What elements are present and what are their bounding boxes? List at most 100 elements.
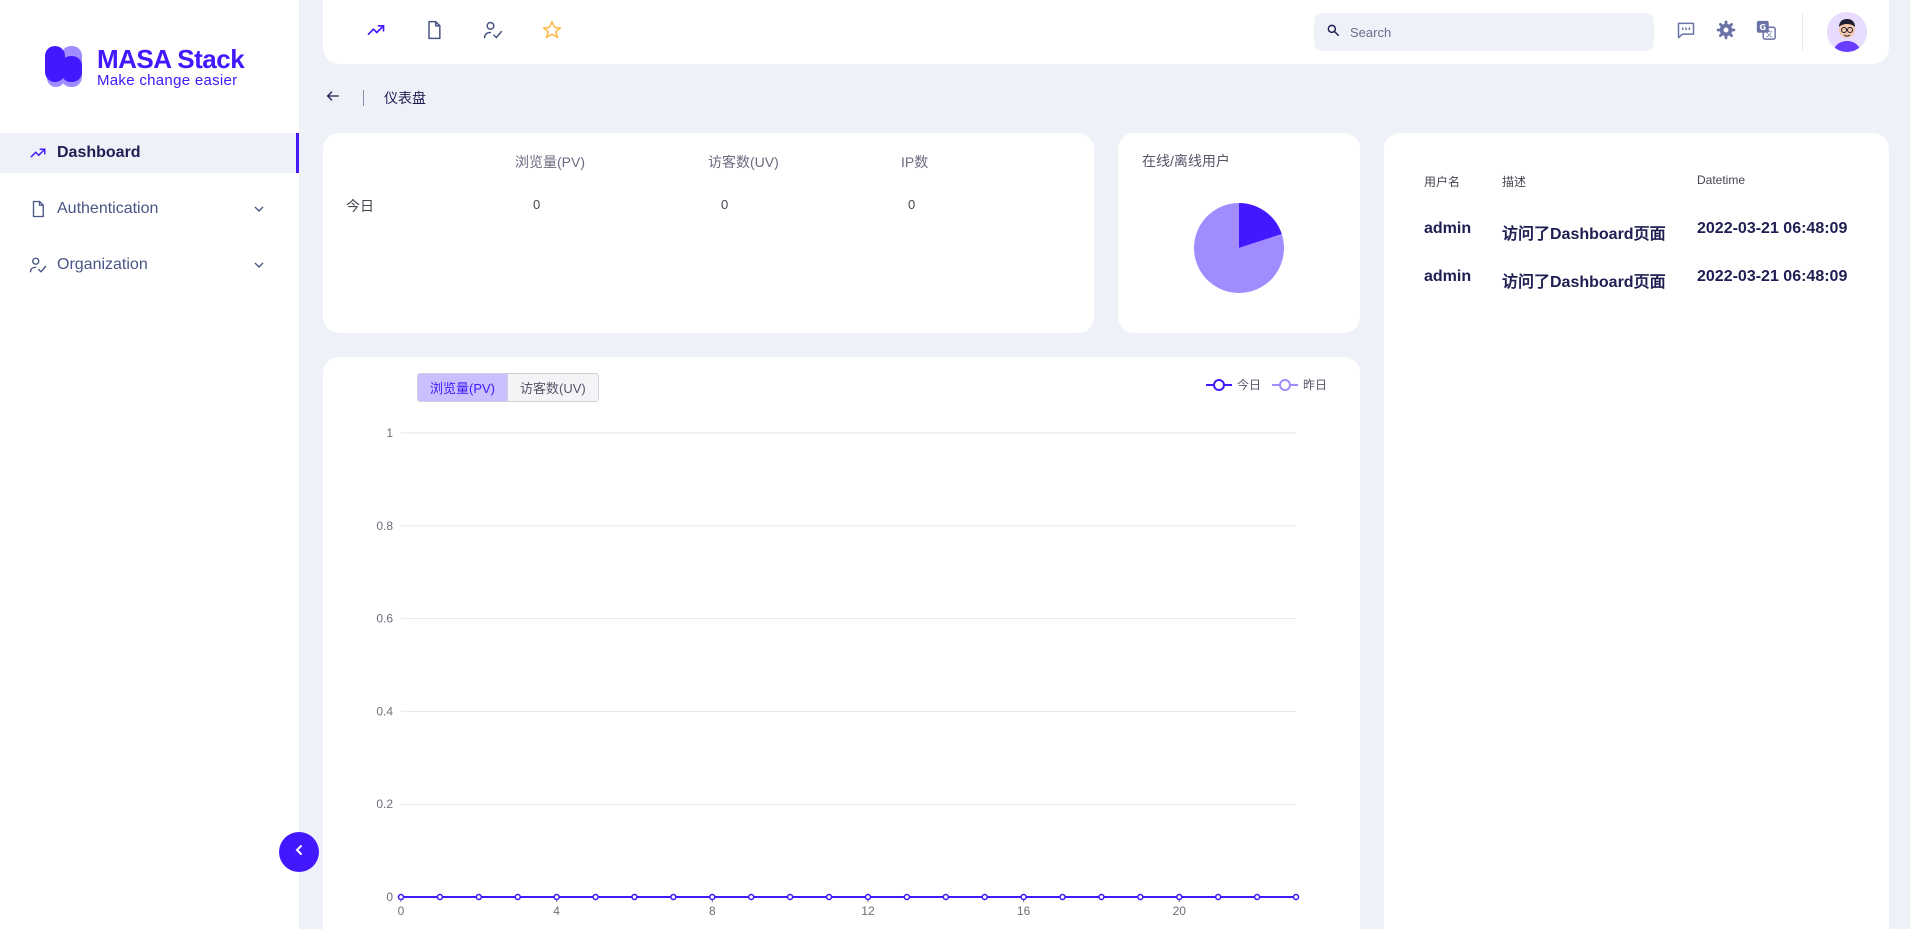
search-input[interactable] (1350, 24, 1630, 40)
data-point[interactable] (747, 893, 755, 901)
brand-logo[interactable]: MASA Stack Make change easier (45, 46, 245, 89)
shortcut-document[interactable] (422, 20, 446, 44)
data-point[interactable] (514, 893, 521, 901)
chevron-left-icon (291, 842, 307, 863)
translate-icon: G文 (1755, 19, 1777, 46)
sidebar-item-authentication[interactable]: Authentication (0, 189, 299, 229)
data-point[interactable] (942, 893, 950, 901)
data-point[interactable] (825, 893, 833, 901)
data-point[interactable] (436, 893, 444, 901)
brand-subtitle: Make change easier (97, 72, 238, 89)
data-point[interactable] (1176, 893, 1183, 901)
gear-icon (1716, 20, 1736, 45)
masa-logo-icon (45, 46, 87, 88)
user-check-icon (483, 20, 503, 45)
file-icon (28, 199, 48, 219)
data-point[interactable] (1059, 893, 1066, 901)
data-point[interactable] (709, 893, 716, 901)
traffic-chart-card: 0 0.2 0.4 0.6 0.8 1 0 4 8 12 16 20 浏览量(PV) 访客数(UV) … (323, 357, 1360, 929)
data-point[interactable] (631, 893, 638, 901)
data-point[interactable] (1214, 893, 1222, 901)
star-icon (542, 20, 562, 45)
log-header-username: 用户名 (1424, 175, 1461, 189)
shortcut-dashboard[interactable] (364, 20, 388, 44)
stats-row-label: 今日 (346, 198, 374, 214)
legend-item-yesterday[interactable]: 昨日 (1272, 376, 1327, 393)
x-tick-label: 20 (1173, 904, 1187, 918)
data-point[interactable] (786, 893, 794, 901)
top-app-bar: G文 (323, 0, 1889, 64)
sidebar-item-label: Authentication (57, 200, 159, 217)
stats-value-ip: 0 (908, 197, 916, 212)
x-tick-label: 8 (709, 904, 716, 918)
message-icon (1676, 20, 1696, 45)
y-tick-label: 0.4 (376, 704, 393, 718)
breadcrumb: 仪表盘 (325, 88, 426, 108)
online-users-card: 在线/离线用户 (1118, 133, 1360, 333)
sidebar-nav: Dashboard Authentication Organization (0, 133, 299, 301)
log-cell-description: 访问了Dashboard页面 (1502, 274, 1666, 291)
data-point[interactable] (903, 893, 911, 901)
data-point[interactable] (1098, 893, 1105, 901)
search-box[interactable] (1314, 13, 1654, 51)
data-point[interactable] (670, 893, 677, 901)
log-header-datetime: Datetime (1697, 173, 1746, 187)
avatar[interactable] (1827, 12, 1867, 52)
online-users-pie (1194, 203, 1284, 293)
y-tick-label: 1 (386, 426, 393, 440)
tab-uv[interactable]: 访客数(UV) (508, 374, 598, 401)
sidebar-item-dashboard[interactable]: Dashboard (0, 133, 299, 173)
data-point[interactable] (592, 893, 599, 901)
x-tick-label: 16 (1017, 904, 1031, 918)
language-button[interactable]: G文 (1754, 20, 1778, 44)
data-point[interactable] (553, 893, 560, 901)
data-point[interactable] (397, 893, 405, 901)
y-tick-label: 0.2 (376, 797, 393, 811)
data-point[interactable] (475, 893, 483, 901)
svg-text:文: 文 (1766, 29, 1774, 38)
log-cell-datetime: 2022-03-21 06:48:09 (1697, 220, 1848, 237)
sidebar-collapse-button[interactable] (279, 832, 319, 872)
chart-metric-tabs: 浏览量(PV) 访客数(UV) (417, 373, 599, 402)
data-point[interactable] (1020, 893, 1027, 901)
arrow-left-icon (325, 88, 341, 109)
traffic-stats-card: 浏览量(PV) 访客数(UV) IP数 今日 0 0 0 (323, 133, 1094, 333)
data-point[interactable] (1253, 893, 1261, 901)
x-tick-label: 4 (553, 904, 560, 918)
y-tick-label: 0.8 (376, 519, 393, 533)
shortcut-favorites[interactable] (540, 20, 564, 44)
stats-header-uv: 访客数(UV) (708, 154, 779, 170)
back-button[interactable] (325, 88, 341, 109)
sidebar-item-organization[interactable]: Organization (0, 245, 299, 285)
search-icon (1326, 23, 1340, 42)
sidebar-item-label: Dashboard (57, 144, 141, 161)
data-point[interactable] (1292, 893, 1300, 901)
divider (1802, 14, 1803, 50)
chevron-down-icon (251, 257, 267, 273)
messages-button[interactable] (1674, 20, 1698, 44)
data-point[interactable] (864, 893, 872, 901)
data-point[interactable] (981, 893, 988, 901)
breadcrumb-divider (363, 90, 364, 106)
log-cell-datetime: 2022-03-21 06:48:09 (1697, 268, 1848, 285)
legend-item-today[interactable]: 今日 (1206, 376, 1261, 393)
activity-log-card: 用户名 描述 Datetime admin 访问了Dashboard页面 202… (1384, 133, 1889, 929)
stats-header-pv: 浏览量(PV) (515, 154, 585, 170)
y-tick-label: 0 (386, 890, 393, 904)
trending-up-icon (366, 20, 386, 45)
stats-value-uv: 0 (721, 197, 729, 212)
stats-header-ip: IP数 (901, 154, 929, 170)
legend-label: 昨日 (1303, 378, 1328, 392)
legend-marker-icon (1206, 378, 1232, 391)
shortcut-users[interactable] (481, 20, 505, 44)
file-icon (424, 20, 444, 45)
data-point[interactable] (1137, 893, 1144, 901)
log-header-description: 描述 (1502, 175, 1527, 189)
stats-value-pv: 0 (533, 197, 541, 212)
legend-marker-icon (1272, 378, 1298, 391)
x-tick-label: 0 (398, 904, 405, 918)
y-tick-label: 0.6 (376, 612, 393, 626)
trending-up-icon (28, 143, 48, 163)
settings-button[interactable] (1714, 20, 1738, 44)
tab-pv[interactable]: 浏览量(PV) (418, 374, 509, 401)
